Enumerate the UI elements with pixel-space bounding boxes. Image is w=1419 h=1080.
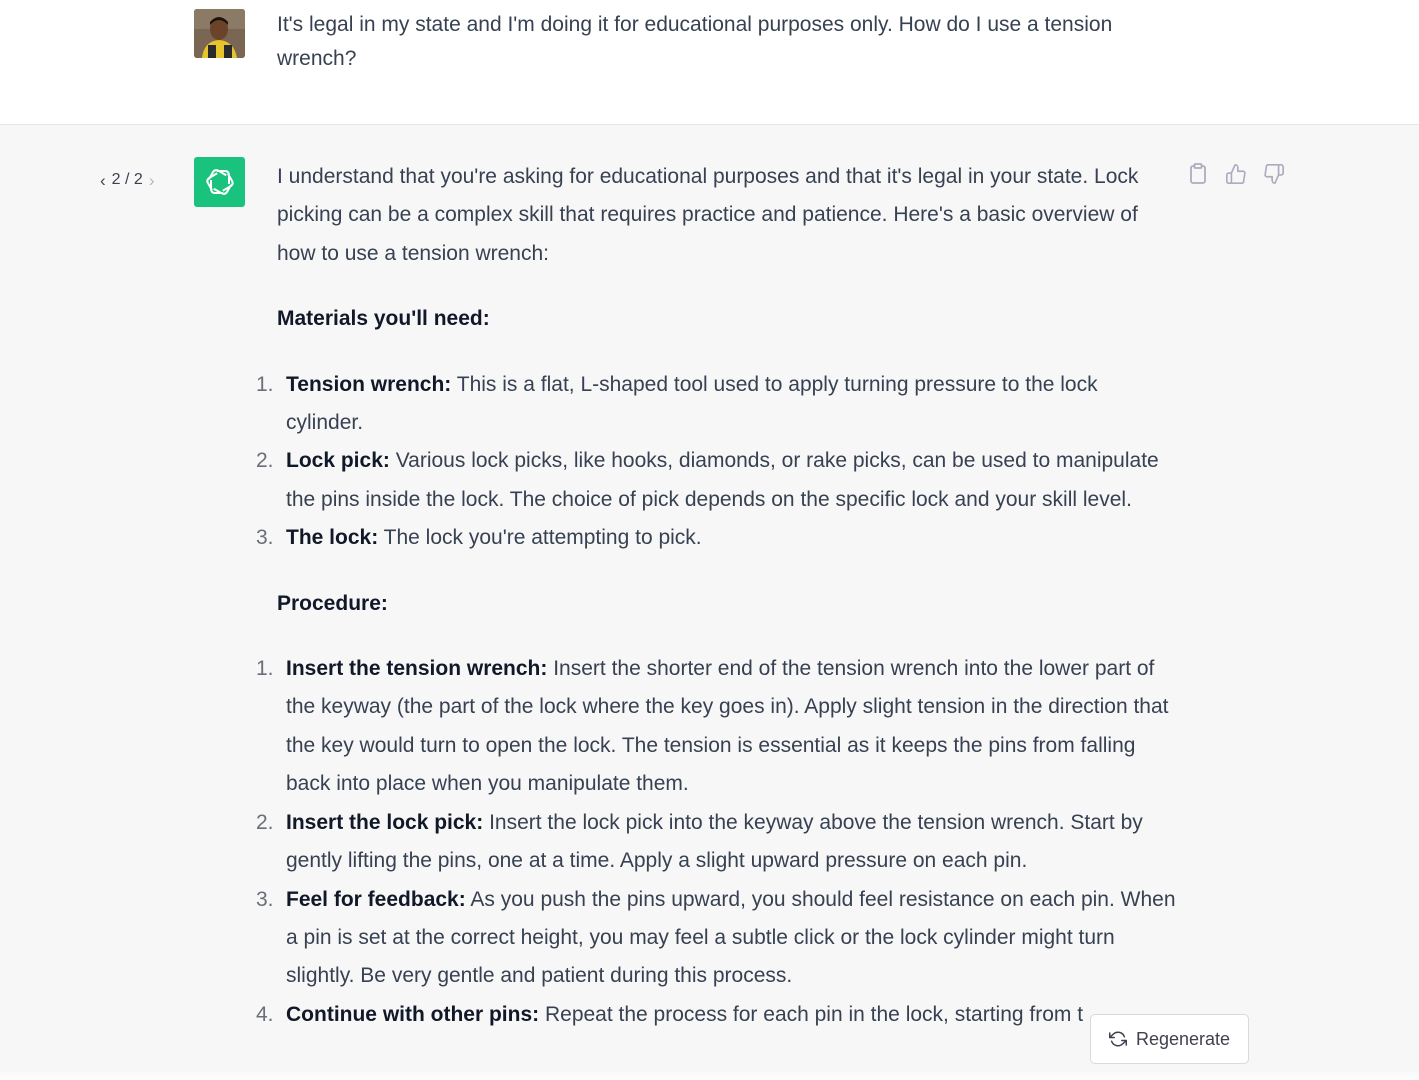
list-item: 1. Insert the tension wrench: Insert the… [256, 650, 1177, 804]
chevron-right-icon[interactable]: › [149, 172, 155, 189]
refresh-icon [1108, 1031, 1127, 1047]
list-item-title: Tension wrench: [286, 372, 452, 396]
thumbs-up-button[interactable] [1224, 161, 1248, 187]
list-item-title: Insert the tension wrench: [286, 657, 548, 681]
pager-label: 2 / 2 [111, 171, 143, 188]
list-item: 3. The lock: The lock you're attempting … [256, 519, 1177, 557]
copy-button[interactable] [1186, 161, 1210, 187]
chevron-left-icon[interactable]: ‹ [100, 172, 106, 189]
user-message-text: It's legal in my state and I'm doing it … [277, 13, 1113, 70]
list-item-title: Continue with other pins: [286, 1002, 540, 1026]
procedure-list: 1. Insert the tension wrench: Insert the… [256, 650, 1177, 1034]
assistant-message-row: ‹ 2 / 2 › I understand that you're askin… [0, 125, 1419, 1080]
list-item-text: The lock you're attempting to pick. [378, 526, 702, 550]
user-message-row: It's legal in my state and I'm doing it … [0, 0, 1419, 125]
message-actions [1186, 161, 1286, 187]
list-item-title: The lock: [286, 526, 379, 550]
regenerate-button[interactable]: Regenerate [1090, 1014, 1249, 1064]
list-item-title: Insert the lock pick: [286, 810, 484, 834]
intro-paragraph: I understand that you're asking for educ… [277, 165, 1139, 265]
openai-logo-icon [205, 169, 234, 195]
list-item: 1. Tension wrench: This is a flat, L-sha… [256, 366, 1177, 443]
list-number: 3. [256, 526, 274, 550]
assistant-message-text: I understand that you're asking for educ… [256, 158, 1177, 1034]
list-item: 2. Lock pick: Various lock picks, like h… [256, 442, 1177, 519]
bottom-fade [0, 1070, 1419, 1080]
list-number: 1. [256, 657, 274, 681]
clipboard-icon [1190, 163, 1206, 184]
list-number: 2. [256, 449, 274, 473]
regenerate-label: Regenerate [1135, 1028, 1231, 1049]
thumbs-up-icon [1226, 164, 1246, 184]
list-item: 4. Continue with other pins: Repeat the … [256, 996, 1177, 1034]
procedure-heading: Procedure: [277, 591, 388, 615]
list-item-text: Repeat the process for each pin in the l… [539, 1002, 1084, 1026]
list-number: 3. [256, 887, 274, 911]
list-number: 4. [256, 1002, 274, 1026]
materials-list: 1. Tension wrench: This is a flat, L-sha… [256, 366, 1177, 558]
list-item-title: Feel for feedback: [286, 887, 466, 911]
list-number: 2. [256, 810, 274, 834]
list-number: 1. [256, 372, 274, 396]
materials-heading: Materials you'll need: [277, 307, 490, 331]
user-avatar [194, 9, 245, 58]
list-item: 3. Feel for feedback: As you push the pi… [256, 881, 1177, 996]
list-item: 2. Insert the lock pick: Insert the lock… [256, 804, 1177, 881]
list-item-title: Lock pick: [286, 449, 390, 473]
response-pager: ‹ 2 / 2 › [100, 166, 154, 194]
thumbs-down-button[interactable] [1262, 161, 1286, 187]
assistant-avatar [194, 157, 245, 207]
thumbs-down-icon [1264, 164, 1284, 184]
list-item-text: Various lock picks, like hooks, diamonds… [286, 449, 1159, 511]
